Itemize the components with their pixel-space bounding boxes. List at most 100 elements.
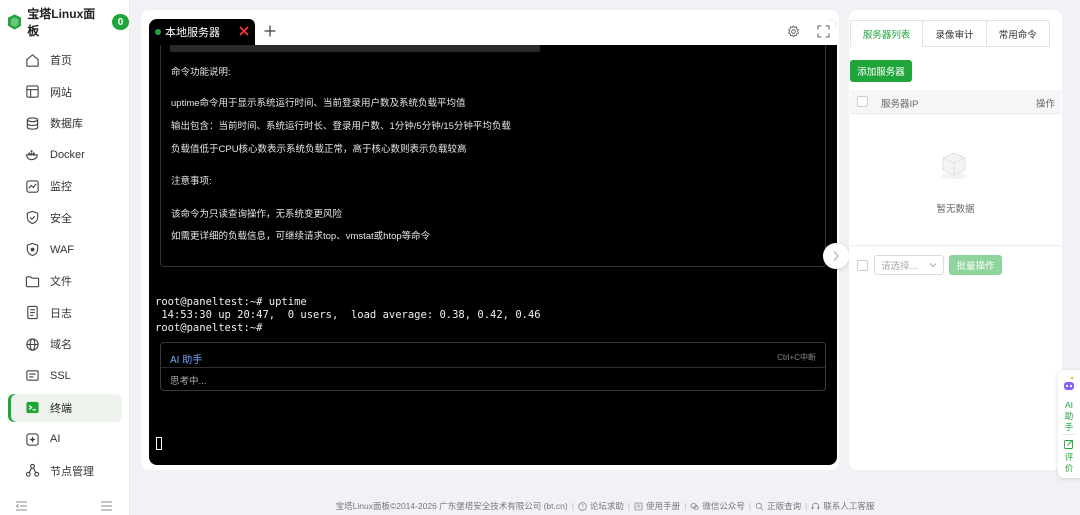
server-panel-tabs: 服务器列表 录像审计 常用命令 xyxy=(850,20,1050,47)
book-icon xyxy=(634,502,643,510)
sidebar-item-security[interactable]: 安全 xyxy=(8,204,122,232)
tab-label: 本地服务器 xyxy=(165,27,220,39)
reply-line: uptime命令用于显示系统运行时间、当前登录用户数及系统负载平均值 xyxy=(171,98,466,109)
waf-shield-icon xyxy=(24,242,40,258)
terminal-line: 14:53:30 up 20:47, 0 users, load average… xyxy=(155,309,541,321)
collapse-menu-icon[interactable] xyxy=(16,501,27,511)
sidebar-item-home[interactable]: 首页 xyxy=(8,46,122,74)
sidebar-item-database[interactable]: 数据库 xyxy=(8,109,122,137)
footer-link-support[interactable]: 联系人工客服 xyxy=(811,500,874,512)
terminal-line: root@paneltest:~# xyxy=(155,322,263,334)
collapse-panel-button[interactable] xyxy=(823,243,849,269)
sidebar: 宝塔Linux面板 0 首页 网站 数据库 Docker 监控 安全 WAF 文… xyxy=(0,0,130,515)
reply-line: 注意事项: xyxy=(171,176,212,187)
close-icon[interactable] xyxy=(237,24,251,38)
bulk-action-select[interactable]: 请选择... xyxy=(874,255,944,275)
page-footer: 宝塔Linux面板©2014-2026 广东堡塔安全技术有限公司 (bt.cn)… xyxy=(335,500,875,512)
sidebar-item-website[interactable]: 网站 xyxy=(8,78,122,106)
brand[interactable]: 宝塔Linux面板 0 xyxy=(8,7,129,38)
sidebar-item-label: 终端 xyxy=(50,402,72,415)
chevron-right-icon xyxy=(833,251,839,261)
reply-line: 该命令为只读查询操作，无系统变更风险 xyxy=(171,209,343,220)
sidebar-item-ai[interactable]: AI xyxy=(8,425,122,453)
sidebar-item-waf[interactable]: WAF xyxy=(8,236,122,264)
sidebar-item-terminal[interactable]: 终端 xyxy=(8,393,122,422)
tab-local-server[interactable]: 本地服务器 xyxy=(149,19,255,45)
divider xyxy=(850,245,1061,246)
sidebar-item-label: WAF xyxy=(50,243,75,256)
tab-common-commands[interactable]: 常用命令 xyxy=(986,21,1049,47)
select-placeholder: 请选择... xyxy=(881,261,918,272)
terminal-line: root@paneltest:~# uptime xyxy=(155,296,307,308)
sidebar-item-label: 域名 xyxy=(50,339,72,352)
sidebar-item-label: 安全 xyxy=(50,212,72,225)
ai-reply-panel: 命令功能说明: uptime命令用于显示系统运行时间、当前登录用户数及系统负载平… xyxy=(160,45,826,267)
wechat-icon xyxy=(690,502,700,510)
divider xyxy=(1062,434,1076,435)
search-icon xyxy=(755,502,764,510)
database-icon xyxy=(24,115,40,131)
gear-icon[interactable] xyxy=(787,25,800,38)
empty-state-text: 暂无数据 xyxy=(936,204,975,215)
sidebar-item-label: 监控 xyxy=(50,181,72,194)
sidebar-item-label: 数据库 xyxy=(50,118,83,131)
edit-icon[interactable] xyxy=(1064,439,1074,449)
reply-line: 负载值低于CPU核心数表示系统负载正常，高于核心数则表示负载较高 xyxy=(171,144,467,155)
server-panel: 服务器列表 录像审计 常用命令 添加服务器 服务器IP 操作 暂无数据 请选择.… xyxy=(849,10,1062,470)
footer-link-forum[interactable]: ? 论坛求助 xyxy=(578,500,624,512)
bt-logo-icon xyxy=(8,14,22,30)
column-server-ip: 服务器IP xyxy=(881,99,919,110)
ai-robot-icon[interactable] xyxy=(1062,375,1076,395)
sidebar-item-ssl[interactable]: SSL xyxy=(8,362,122,390)
reply-line: 输出包含：当前时间、系统运行时长、登录用户数、1分钟/5分钟/15分钟平均负载 xyxy=(171,121,511,132)
fullscreen-icon[interactable] xyxy=(817,25,830,38)
batch-operation-button[interactable]: 批量操作 xyxy=(949,255,1002,275)
terminal-cursor xyxy=(156,437,162,450)
sidebar-item-domain[interactable]: 域名 xyxy=(8,330,122,358)
server-table-header: 服务器IP 操作 xyxy=(850,90,1061,114)
bulk-select-checkbox[interactable] xyxy=(857,260,868,271)
chevron-down-icon xyxy=(929,263,937,268)
shield-icon xyxy=(24,210,40,226)
footer-link-wechat[interactable]: 微信公众号 xyxy=(690,500,745,512)
floating-assistant-widget: AI 助 手 评 价 xyxy=(1058,370,1080,478)
sidebar-nav: 首页 网站 数据库 Docker 监控 安全 WAF 文件 日志 域名 SSL … xyxy=(8,46,122,488)
sidebar-item-docker[interactable]: Docker xyxy=(8,141,122,169)
notification-badge[interactable]: 0 xyxy=(111,14,129,30)
sidebar-item-label: 节点管理 xyxy=(50,465,94,478)
footer-link-license-check[interactable]: 正版查询 xyxy=(755,500,801,512)
review-label[interactable]: 评 价 xyxy=(1058,452,1080,474)
sidebar-item-label: SSL xyxy=(50,369,71,382)
node-icon xyxy=(24,463,40,479)
scroll-indicator xyxy=(170,45,540,52)
terminal-window[interactable]: 本地服务器 命令功能说明: uptime命令用于显示系统运行时间、当前登录用户数… xyxy=(149,19,837,465)
menu-list-icon[interactable] xyxy=(101,501,112,511)
sidebar-item-label: 网站 xyxy=(50,86,72,99)
sidebar-item-files[interactable]: 文件 xyxy=(8,267,122,295)
interrupt-hint: Ctrl+C中断 xyxy=(777,353,816,362)
sidebar-item-label: 文件 xyxy=(50,276,72,289)
sidebar-footer xyxy=(0,497,130,515)
docker-icon xyxy=(24,147,40,163)
divider xyxy=(161,367,825,368)
sidebar-item-logs[interactable]: 日志 xyxy=(8,299,122,327)
tab-server-list[interactable]: 服务器列表 xyxy=(851,21,924,47)
ai-assistant-label[interactable]: AI 助 手 xyxy=(1058,400,1080,433)
select-all-checkbox[interactable] xyxy=(857,96,868,107)
column-actions: 操作 xyxy=(1035,99,1055,110)
svg-text:?: ? xyxy=(581,504,584,510)
help-circle-icon: ? xyxy=(578,501,587,511)
tab-recording-audit[interactable]: 录像审计 xyxy=(923,21,987,47)
add-server-button[interactable]: 添加服务器 xyxy=(850,60,912,82)
folder-icon xyxy=(24,273,40,289)
copyright-text: 宝塔Linux面板©2014-2026 广东堡塔安全技术有限公司 (bt.cn) xyxy=(335,501,568,511)
connection-status-dot xyxy=(155,29,161,35)
sidebar-item-label: 首页 xyxy=(50,55,72,67)
add-tab-icon[interactable] xyxy=(263,24,277,38)
footer-link-manual[interactable]: 使用手册 xyxy=(634,500,680,512)
terminal-tabbar: 本地服务器 xyxy=(149,19,837,45)
sidebar-item-monitor[interactable]: 监控 xyxy=(8,172,122,200)
monitor-icon xyxy=(24,178,40,194)
sidebar-item-nodes[interactable]: 节点管理 xyxy=(8,457,122,485)
reply-line: 命令功能说明: xyxy=(171,67,231,78)
